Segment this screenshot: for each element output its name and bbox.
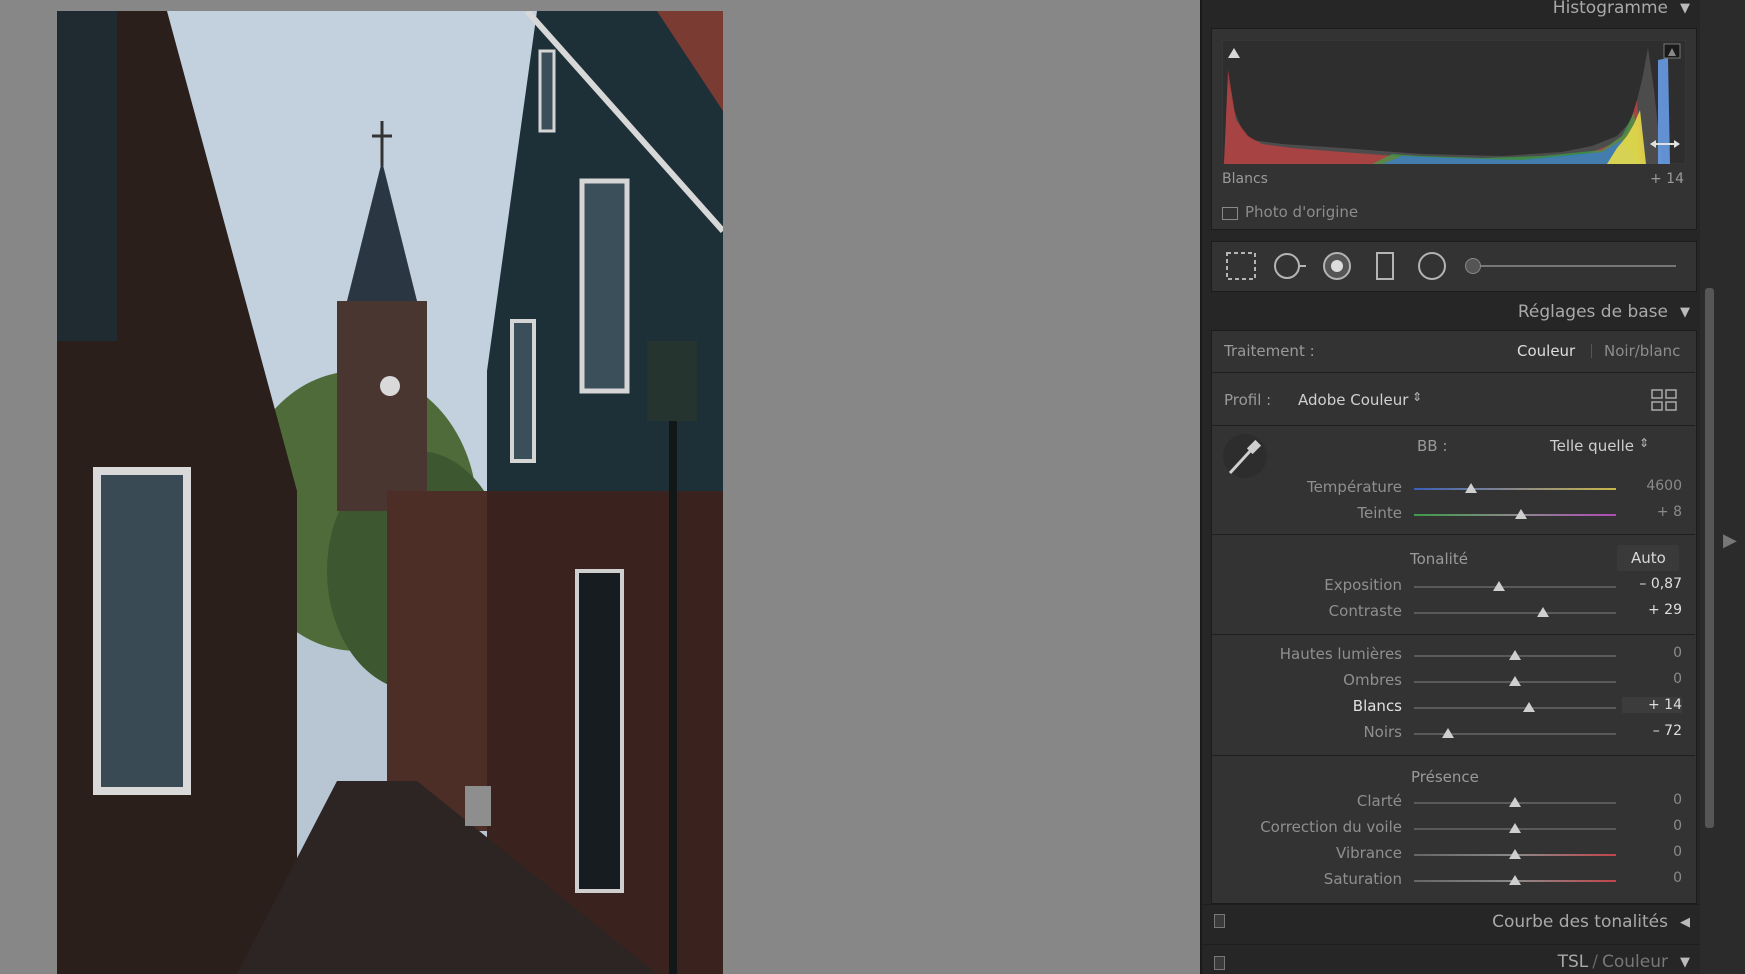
- histogram-readout-label: Blancs: [1222, 171, 1268, 187]
- contrast-slider-label: Contraste: [1328, 602, 1402, 620]
- highlights-slider-label: Hautes lumières: [1279, 645, 1402, 663]
- expand-panel-arrow-icon[interactable]: ▶: [1723, 530, 1737, 551]
- develop-right-panel: Histogramme ▼ Blancs + 14 Photo d'origin…: [1200, 0, 1702, 974]
- contrast-slider-thumb[interactable]: [1537, 607, 1550, 617]
- photo-preview[interactable]: [57, 11, 723, 974]
- profile-browser-grid-icon[interactable]: [1651, 389, 1677, 411]
- exposure-slider-value[interactable]: – 0,87: [1622, 576, 1682, 592]
- auto-button-label: Auto: [1631, 549, 1666, 567]
- hsl-title-b: Couleur: [1602, 952, 1668, 972]
- divider: [1211, 534, 1695, 535]
- highlights-slider-thumb[interactable]: [1509, 650, 1521, 660]
- auto-button[interactable]: Auto: [1617, 545, 1679, 571]
- blacks-slider-label: Noirs: [1363, 723, 1402, 741]
- treatment-bw-option[interactable]: Noir/blanc: [1604, 342, 1680, 360]
- divider: [1211, 755, 1695, 756]
- dehaze-slider-value[interactable]: 0: [1622, 818, 1682, 834]
- white-balance-eyedropper-icon[interactable]: [1222, 433, 1268, 479]
- wb-select[interactable]: Telle quelle: [1550, 437, 1634, 455]
- collapse-triangle-icon[interactable]: ▼: [1680, 305, 1690, 320]
- original-photo-label: Photo d'origine: [1245, 203, 1359, 221]
- photo-illustration: [57, 11, 723, 974]
- divider: [1211, 425, 1695, 426]
- temperature-slider-label: Température: [1306, 478, 1402, 496]
- tone-curve-header[interactable]: Courbe des tonalités ◀: [1492, 912, 1690, 932]
- histogram-header[interactable]: Histogramme ▼: [1553, 0, 1690, 18]
- collapse-triangle-icon[interactable]: ▼: [1680, 1, 1690, 16]
- histogram-graph[interactable]: [1222, 40, 1686, 164]
- shadows-slider-label: Ombres: [1343, 671, 1402, 689]
- wb-stepper-icon[interactable]: ⇕: [1639, 436, 1649, 450]
- temperature-slider-thumb[interactable]: [1464, 483, 1477, 493]
- exposure-slider-thumb[interactable]: [1492, 581, 1505, 591]
- exposure-slider-label: Exposition: [1324, 576, 1402, 594]
- brush-size-track[interactable]: [1472, 265, 1676, 267]
- clarity-slider-thumb[interactable]: [1509, 797, 1521, 807]
- saturation-slider-value[interactable]: 0: [1622, 870, 1682, 886]
- shadows-slider-value[interactable]: 0: [1622, 671, 1682, 687]
- tint-slider-value[interactable]: + 8: [1622, 504, 1682, 520]
- red-eye-tool-icon[interactable]: [1320, 249, 1354, 283]
- vibrance-slider-label: Vibrance: [1336, 844, 1402, 862]
- crop-tool-icon[interactable]: [1224, 249, 1258, 283]
- treatment-label: Traitement :: [1224, 342, 1315, 360]
- exposure-slider-track[interactable]: [1414, 586, 1616, 588]
- presence-section-label: Présence: [1411, 768, 1479, 786]
- tint-slider-thumb[interactable]: [1515, 509, 1528, 519]
- blacks-slider-thumb[interactable]: [1442, 728, 1455, 738]
- spot-removal-tool-icon[interactable]: [1272, 249, 1306, 283]
- profile-select[interactable]: Adobe Couleur: [1298, 391, 1408, 409]
- tone-curve-toggle[interactable]: [1214, 914, 1225, 928]
- basic-panel-header[interactable]: Réglages de base ▼: [1518, 302, 1690, 322]
- profile-label: Profil :: [1224, 391, 1272, 409]
- hsl-header[interactable]: TSL / Couleur ▼: [1558, 952, 1690, 972]
- whites-slider-value[interactable]: + 14: [1622, 697, 1682, 713]
- vibrance-slider-thumb[interactable]: [1509, 849, 1521, 859]
- whites-slider-thumb[interactable]: [1523, 702, 1536, 712]
- divider: [1211, 634, 1695, 635]
- dehaze-slider-label: Correction du voile: [1260, 818, 1402, 836]
- saturation-slider-thumb[interactable]: [1509, 875, 1521, 885]
- tone-section-label: Tonalité: [1410, 550, 1468, 568]
- treatment-color-option[interactable]: Couleur: [1517, 342, 1575, 360]
- hsl-title-sep: /: [1592, 952, 1598, 972]
- contrast-slider-track[interactable]: [1414, 612, 1616, 614]
- brush-size-thumb[interactable]: [1465, 258, 1481, 274]
- blacks-slider-value[interactable]: – 72: [1622, 723, 1682, 739]
- shadows-slider-thumb[interactable]: [1509, 676, 1521, 686]
- photo-workspace: [0, 0, 1200, 974]
- histogram-box: Blancs + 14 Photo d'origine: [1211, 28, 1697, 230]
- expand-triangle-icon[interactable]: ◀: [1680, 915, 1690, 930]
- clarity-slider-value[interactable]: 0: [1622, 792, 1682, 808]
- profile-stepper-icon[interactable]: ⇕: [1412, 390, 1422, 404]
- divider: [1202, 944, 1702, 945]
- collapse-triangle-icon[interactable]: ▼: [1680, 955, 1690, 970]
- hsl-toggle[interactable]: [1214, 956, 1225, 970]
- hsl-title-a: TSL: [1557, 952, 1589, 972]
- divider: [1211, 372, 1695, 373]
- saturation-slider-label: Saturation: [1323, 870, 1402, 888]
- temperature-slider-value[interactable]: 4600: [1622, 478, 1682, 494]
- vibrance-slider-value[interactable]: 0: [1622, 844, 1682, 860]
- tone-curve-title: Courbe des tonalités: [1492, 912, 1668, 932]
- radial-filter-tool-icon[interactable]: [1415, 249, 1449, 283]
- panel-scrollbar[interactable]: [1705, 288, 1714, 828]
- highlights-slider-value[interactable]: 0: [1622, 645, 1682, 661]
- dehaze-slider-thumb[interactable]: [1509, 823, 1521, 833]
- whites-slider-track[interactable]: [1414, 707, 1616, 709]
- wb-label: BB :: [1417, 437, 1448, 455]
- temperature-slider-track[interactable]: [1414, 488, 1616, 490]
- whites-slider-label: Blancs: [1352, 697, 1402, 715]
- original-photo-checkbox[interactable]: [1222, 207, 1238, 220]
- divider: [1202, 904, 1702, 905]
- histogram-readout-value: + 14: [1650, 171, 1684, 187]
- histogram-title: Histogramme: [1552, 0, 1668, 18]
- basic-panel-title: Réglages de base: [1517, 302, 1668, 322]
- graduated-filter-tool-icon[interactable]: [1368, 249, 1402, 283]
- tint-slider-label: Teinte: [1357, 504, 1402, 522]
- treatment-separator: [1591, 344, 1592, 358]
- clarity-slider-label: Clarté: [1356, 792, 1402, 810]
- contrast-slider-value[interactable]: + 29: [1622, 602, 1682, 618]
